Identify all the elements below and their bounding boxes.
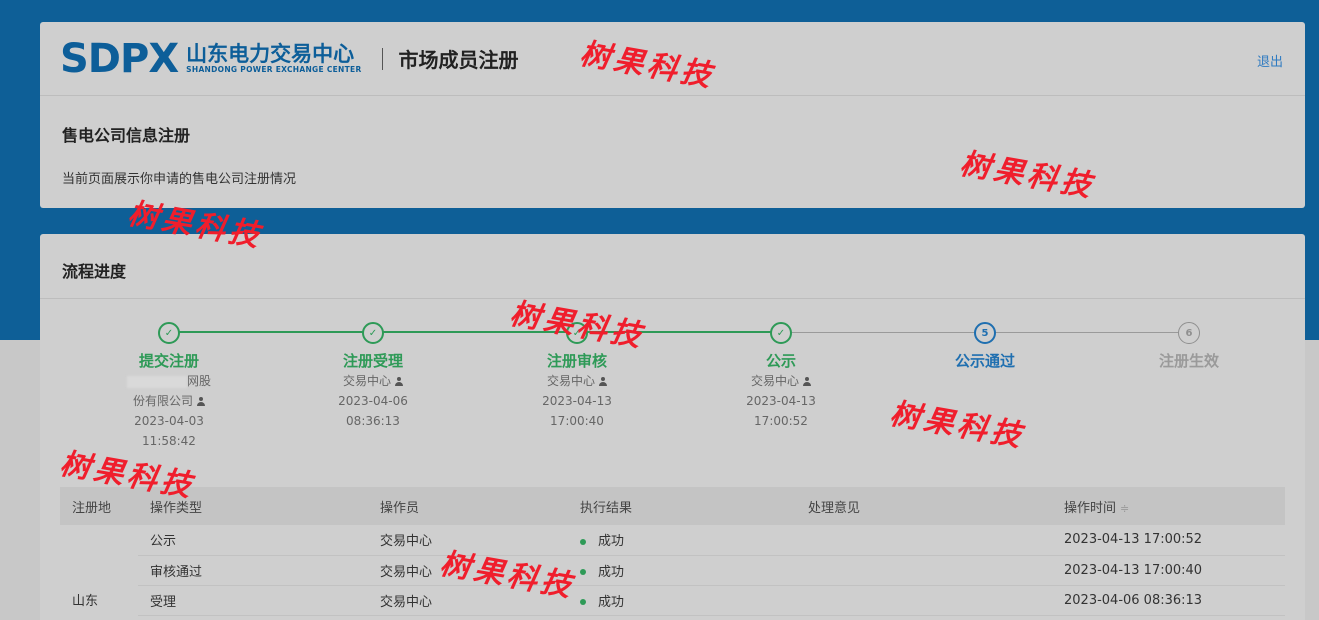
cell-operator: 交易中心 — [368, 585, 568, 616]
step-operator-name: 交易中心 — [342, 374, 391, 388]
step-submit: ✓ 提交注册 网股 份有限公司 2023-04-03 11:58:42 — [79, 322, 259, 451]
step-operator: 网股 — [79, 371, 259, 391]
process-title: 流程进度 — [62, 262, 127, 281]
brand-bar: SDPX 山东电力交易中心 SHANDONG POWER EXCHANGE CE… — [40, 22, 1305, 96]
process-panel: 流程进度 ✓ 提交注册 网股 份有限公司 2023-04-03 11:58:42… — [40, 234, 1305, 620]
sort-icon[interactable]: ≑ — [1120, 502, 1129, 515]
logo-mark-text: SDPX — [60, 35, 179, 82]
cell-type: 审核通过 — [138, 555, 368, 586]
cell-result-text: 成功 — [598, 564, 625, 580]
step-number: 5 — [974, 322, 996, 344]
header-panel: SDPX 山东电力交易中心 SHANDONG POWER EXCHANGE CE… — [40, 22, 1305, 208]
step-name: 提交注册 — [138, 352, 199, 370]
logo: SDPX — [60, 35, 179, 82]
step-operator-line2: 份有限公司 — [79, 391, 259, 411]
col-operation-time[interactable]: 操作时间 ≑ — [1052, 487, 1285, 525]
step-name: 公示通过 — [954, 352, 1015, 370]
step-operator: 交易中心 — [283, 371, 463, 391]
check-icon: ✓ — [158, 322, 180, 344]
step-accept: ✓ 注册受理 交易中心 2023-04-06 08:36:13 — [283, 322, 463, 431]
brand-separator — [381, 47, 383, 70]
step-number: 6 — [1178, 322, 1200, 344]
cell-operator: 交易中心 — [368, 525, 568, 556]
col-operation-time-label: 操作时间 — [1064, 500, 1117, 516]
step-date: 2023-04-13 — [746, 394, 816, 408]
step-time: 08:36:13 — [346, 414, 400, 428]
step-publicity: ✓ 公示 交易中心 2023-04-13 17:00:52 — [691, 322, 871, 431]
check-icon: ✓ — [566, 322, 588, 344]
cell-result-text: 成功 — [598, 594, 625, 610]
cell-operator: 交易中心 — [368, 555, 568, 586]
step-name: 注册生效 — [1158, 352, 1219, 370]
cell-opinion — [796, 555, 1052, 586]
check-icon: ✓ — [770, 322, 792, 344]
step-effective: 6 注册生效 — [1099, 322, 1279, 371]
step-date: 2023-04-13 — [542, 394, 612, 408]
step-time: 17:00:52 — [754, 414, 808, 428]
person-icon — [197, 397, 205, 406]
step-operator: 交易中心 — [487, 371, 667, 391]
cell-time: 2023-04-13 17:00:52 — [1052, 525, 1285, 556]
cell-type: 公示 — [138, 525, 368, 556]
table-row: 受理 交易中心 成功 2023-04-06 08:36:13 — [60, 585, 1285, 616]
status-dot-icon — [580, 569, 586, 575]
status-dot-icon — [580, 538, 586, 545]
step-operator: 交易中心 — [691, 371, 871, 391]
cell-time: 2023-04-13 17:00:40 — [1052, 555, 1285, 586]
step-operator-name: 交易中心 — [546, 374, 595, 388]
logo-cn-text: 山东电力交易中心 — [186, 41, 355, 66]
step-name: 公示 — [765, 352, 796, 370]
step-name: 注册审核 — [546, 352, 607, 370]
status-dot-icon — [580, 599, 586, 605]
col-opinion: 处理意见 — [796, 487, 1052, 525]
step-operator-fragment: 网股 — [186, 374, 211, 388]
logo-text-block: 山东电力交易中心 SHANDONG POWER EXCHANGE CENTER — [186, 43, 361, 75]
check-icon: ✓ — [362, 322, 384, 344]
step-operator-name: 交易中心 — [750, 374, 799, 388]
cell-result-text: 成功 — [598, 534, 625, 550]
step-date: 2023-04-06 — [338, 394, 408, 408]
person-icon — [803, 377, 811, 386]
operations-table: 注册地 操作类型 操作员 执行结果 处理意见 操作时间 ≑ 山东 公示 交易中心 … — [60, 487, 1285, 616]
page-title: 市场成员注册 — [398, 48, 519, 72]
cell-opinion — [796, 585, 1052, 616]
logo-en-text: SHANDONG POWER EXCHANGE CENTER — [186, 64, 362, 74]
logout-link[interactable]: 退出 — [1257, 51, 1283, 70]
cell-type: 受理 — [138, 585, 368, 616]
process-steps: ✓ 提交注册 网股 份有限公司 2023-04-03 11:58:42 ✓ 注册… — [40, 322, 1305, 492]
table-row: 审核通过 交易中心 成功 2023-04-13 17:00:40 — [60, 555, 1285, 586]
col-operation-type: 操作类型 — [138, 487, 368, 525]
col-region: 注册地 — [60, 487, 138, 525]
cell-result: 成功 — [568, 585, 796, 616]
col-operator: 操作员 — [368, 487, 568, 525]
info-description: 当前页面展示你申请的售电公司注册情况 — [62, 172, 297, 187]
cell-opinion — [796, 525, 1052, 556]
cell-result: 成功 — [568, 525, 796, 556]
table-row: 山东 公示 交易中心 成功 2023-04-13 17:00:52 — [60, 525, 1285, 609]
col-result: 执行结果 — [568, 487, 796, 525]
step-review: ✓ 注册审核 交易中心 2023-04-13 17:00:40 — [487, 322, 667, 431]
table-header-row: 注册地 操作类型 操作员 执行结果 处理意见 操作时间 ≑ — [60, 487, 1285, 525]
info-title: 售电公司信息注册 — [62, 126, 191, 145]
process-divider — [40, 298, 1305, 299]
cell-time: 2023-04-06 08:36:13 — [1052, 585, 1285, 616]
step-name: 注册受理 — [342, 352, 403, 370]
redacted-text — [126, 375, 187, 388]
step-date: 2023-04-03 — [134, 414, 204, 428]
step-operator-fragment-2: 份有限公司 — [132, 394, 193, 408]
person-icon — [599, 377, 607, 386]
cell-result: 成功 — [568, 555, 796, 586]
step-time: 17:00:40 — [550, 414, 604, 428]
step-publicity-passed: 5 公示通过 — [895, 322, 1075, 371]
person-icon — [395, 377, 403, 386]
step-time: 11:58:42 — [142, 434, 196, 448]
cell-region: 山东 — [72, 594, 99, 609]
